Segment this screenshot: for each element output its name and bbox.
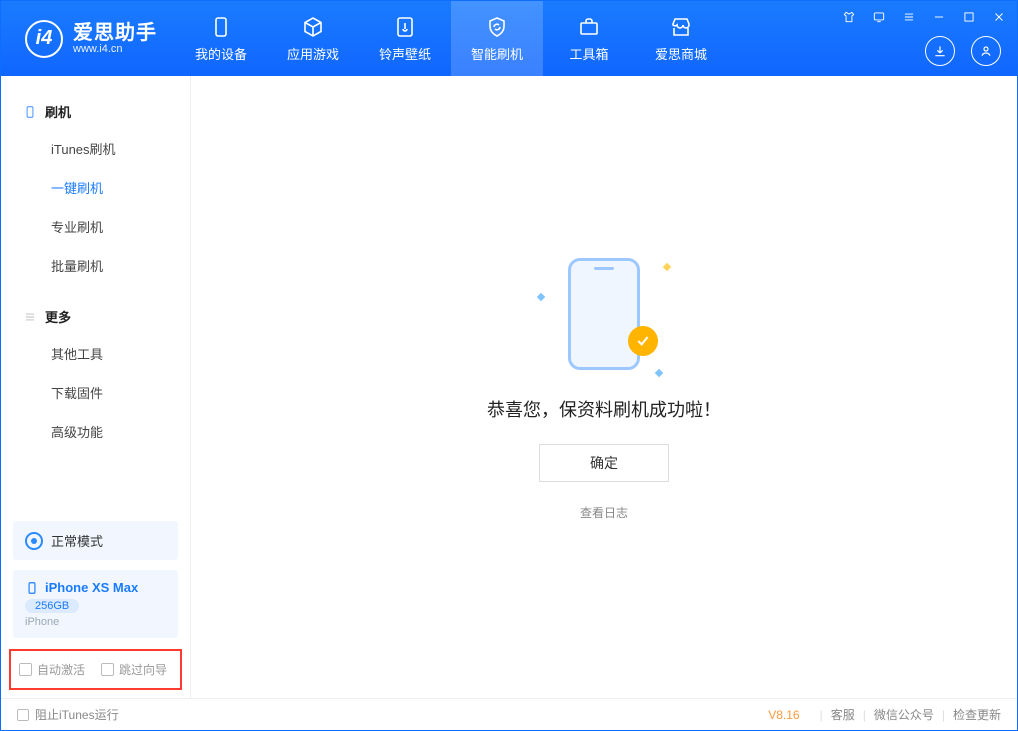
- checkbox-icon: [101, 663, 114, 676]
- topbar-right-icons: [925, 36, 1001, 66]
- version-label: V8.16: [768, 708, 799, 722]
- sidebar-item-pro-flash[interactable]: 专业刷机: [1, 207, 190, 246]
- statusbar: 阻止iTunes运行 V8.16 | 客服 | 微信公众号 | 检查更新: [1, 698, 1017, 730]
- topbar: i4 爱思助手 www.i4.cn 我的设备 应用游戏 铃声壁纸 智能刷机 工具…: [1, 1, 1017, 76]
- checkbox-block-itunes[interactable]: 阻止iTunes运行: [17, 706, 119, 723]
- nav-tab-apps[interactable]: 应用游戏: [267, 1, 359, 76]
- ok-button[interactable]: 确定: [539, 444, 669, 482]
- menu-icon[interactable]: [901, 9, 917, 25]
- sidebar-section-more: 更多: [1, 299, 190, 334]
- user-icon[interactable]: [971, 36, 1001, 66]
- sidebar-section-flash: 刷机: [1, 94, 190, 129]
- logo-icon: i4: [25, 20, 63, 58]
- list-icon: [23, 310, 37, 324]
- phone-icon: [209, 15, 233, 39]
- phone-outline-icon: [568, 258, 640, 370]
- feedback-icon[interactable]: [871, 9, 887, 25]
- checkbox-icon: [19, 663, 32, 676]
- sidebar-item-other-tools[interactable]: 其他工具: [1, 334, 190, 373]
- sparkle-icon: [537, 292, 545, 300]
- checkbox-icon: [17, 709, 29, 721]
- sidebar-bottom-checks: 自动激活 跳过向导: [9, 649, 182, 690]
- shield-refresh-icon: [485, 15, 509, 39]
- nav-tab-ringtones[interactable]: 铃声壁纸: [359, 1, 451, 76]
- success-illustration: [544, 254, 664, 374]
- nav-tab-store[interactable]: 爱思商城: [635, 1, 727, 76]
- checkmark-badge-icon: [628, 326, 658, 356]
- mode-card[interactable]: 正常模式: [13, 521, 178, 560]
- maximize-icon[interactable]: [961, 9, 977, 25]
- device-phone-icon: [25, 581, 39, 595]
- view-log-link[interactable]: 查看日志: [580, 504, 628, 521]
- device-card[interactable]: iPhone XS Max 256GB iPhone: [13, 570, 178, 638]
- download-icon[interactable]: [925, 36, 955, 66]
- skin-icon[interactable]: [841, 9, 857, 25]
- device-type: iPhone: [25, 616, 166, 628]
- app-domain: www.i4.cn: [73, 44, 157, 55]
- sidebar-item-itunes-flash[interactable]: iTunes刷机: [1, 129, 190, 168]
- sparkle-icon: [655, 368, 663, 376]
- nav-tab-flash[interactable]: 智能刷机: [451, 1, 543, 76]
- cube-icon: [301, 15, 325, 39]
- app-logo[interactable]: i4 爱思助手 www.i4.cn: [1, 1, 175, 76]
- body: 刷机 iTunes刷机 一键刷机 专业刷机 批量刷机 更多 其他工具 下载固件 …: [1, 76, 1017, 698]
- checkbox-auto-activate[interactable]: 自动激活: [19, 661, 85, 678]
- mode-status-icon: [25, 532, 43, 550]
- sidebar-item-oneclick-flash[interactable]: 一键刷机: [1, 168, 190, 207]
- close-icon[interactable]: [991, 9, 1007, 25]
- store-icon: [669, 15, 693, 39]
- app-name: 爱思助手: [73, 22, 157, 44]
- wechat-link[interactable]: 微信公众号: [874, 706, 934, 723]
- sparkle-icon: [663, 262, 671, 270]
- device-storage-badge: 256GB: [25, 599, 79, 613]
- sidebar-item-download-firmware[interactable]: 下载固件: [1, 373, 190, 412]
- support-link[interactable]: 客服: [831, 706, 855, 723]
- window-controls: [841, 9, 1007, 25]
- check-update-link[interactable]: 检查更新: [953, 706, 1001, 723]
- phone-small-icon: [23, 105, 37, 119]
- sidebar-item-batch-flash[interactable]: 批量刷机: [1, 246, 190, 285]
- nav-tabs: 我的设备 应用游戏 铃声壁纸 智能刷机 工具箱 爱思商城: [175, 1, 727, 76]
- sidebar: 刷机 iTunes刷机 一键刷机 专业刷机 批量刷机 更多 其他工具 下载固件 …: [1, 76, 191, 698]
- main-content: 恭喜您，保资料刷机成功啦！ 确定 查看日志: [191, 76, 1017, 698]
- minimize-icon[interactable]: [931, 9, 947, 25]
- sidebar-item-advanced[interactable]: 高级功能: [1, 412, 190, 451]
- sidebar-device-area: 正常模式 iPhone XS Max 256GB iPhone: [13, 521, 178, 638]
- success-message: 恭喜您，保资料刷机成功啦！: [487, 396, 721, 422]
- music-icon: [393, 15, 417, 39]
- nav-tab-toolbox[interactable]: 工具箱: [543, 1, 635, 76]
- checkbox-skip-guide[interactable]: 跳过向导: [101, 661, 167, 678]
- nav-tab-mydevice[interactable]: 我的设备: [175, 1, 267, 76]
- briefcase-icon: [577, 15, 601, 39]
